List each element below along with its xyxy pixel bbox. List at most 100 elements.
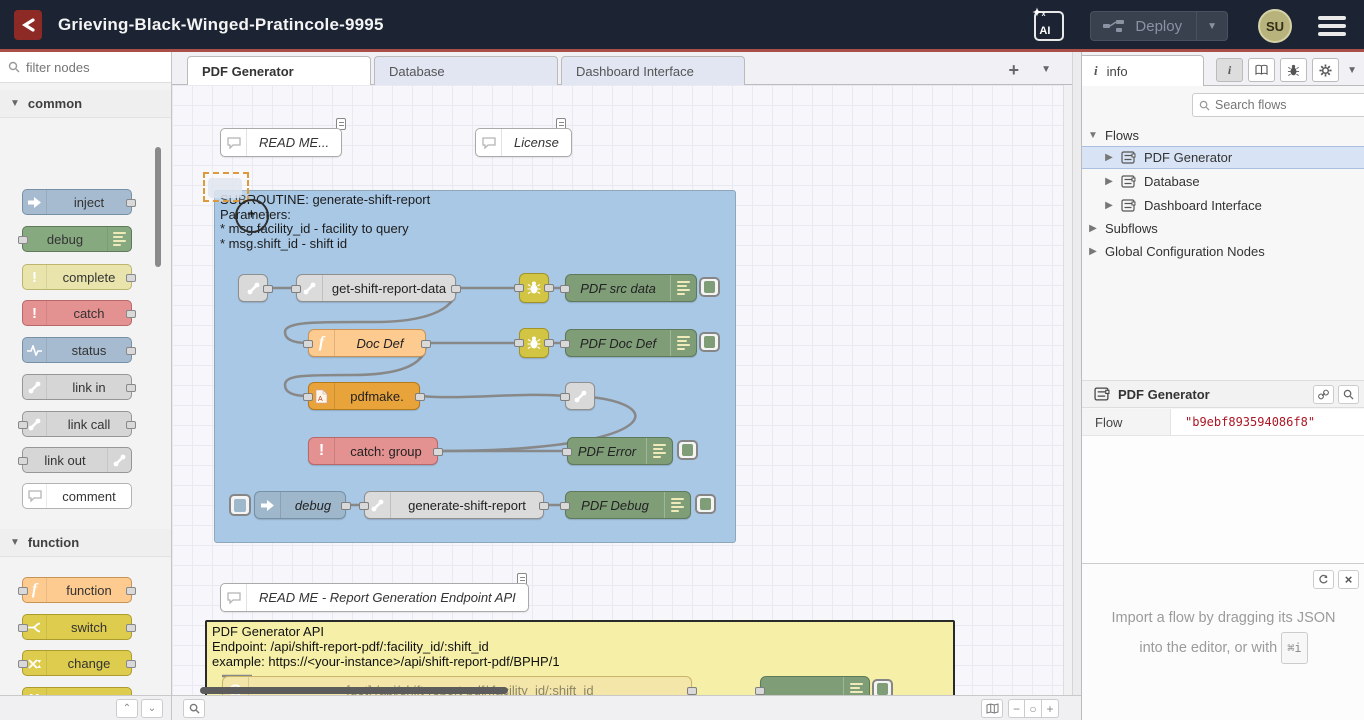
- tree-item-subflows[interactable]: ▶ Subflows: [1082, 217, 1364, 240]
- palette-category-function[interactable]: ▼ function: [0, 529, 171, 557]
- detail-panel-header: PDF Generator: [1082, 380, 1364, 408]
- palette-node-change[interactable]: change: [22, 650, 132, 676]
- zoom-in-button[interactable]: +: [1042, 699, 1059, 718]
- horizontal-scrollbar[interactable]: [200, 687, 508, 694]
- sidebar-help-toolbtn[interactable]: [1248, 58, 1275, 82]
- deploy-flow-icon: [1103, 20, 1125, 32]
- flow-canvas[interactable]: SUBROUTINE: generate-shift-report Parame…: [172, 85, 1063, 695]
- link-icon: [107, 448, 131, 472]
- palette-node-link-in[interactable]: link in: [22, 374, 132, 400]
- shortcut-keycap: ⌘i: [1281, 632, 1307, 664]
- palette-collapse-down-button[interactable]: ⌄: [141, 699, 163, 718]
- palette-node-complete[interactable]: ! complete: [22, 264, 132, 290]
- sidebar-tab-info[interactable]: i info: [1082, 55, 1204, 86]
- palette-filter[interactable]: [0, 52, 171, 83]
- range-icon: [23, 688, 47, 695]
- search-icon: [189, 703, 200, 714]
- comment-bubble-icon: [221, 129, 247, 156]
- workspace-title: Grieving-Black-Winged-Pratincole-9995: [58, 15, 384, 35]
- tree-item-dashboard-interface[interactable]: ▶ Dashboard Interface: [1082, 194, 1364, 217]
- node-pdf-debug[interactable]: PDF Debug: [565, 491, 691, 519]
- refresh-icon: [1318, 574, 1329, 585]
- add-flow-button[interactable]: +: [1008, 60, 1019, 81]
- bug-icon: [527, 336, 541, 350]
- palette-node-status[interactable]: status: [22, 337, 132, 363]
- palette-collapse-up-button[interactable]: ⌃: [116, 699, 138, 718]
- panel-splitter[interactable]: [1072, 52, 1081, 720]
- node-pdf-src-data[interactable]: PDF src data: [565, 274, 697, 302]
- node-doc-def[interactable]: f Doc Def: [308, 329, 426, 357]
- deploy-options-caret[interactable]: ▼: [1196, 11, 1227, 41]
- palette-scrollbar[interactable]: [155, 147, 161, 267]
- refresh-button[interactable]: [1313, 570, 1334, 589]
- property-label: Flow: [1082, 409, 1171, 435]
- palette-category-common[interactable]: ▼ common: [0, 90, 171, 118]
- inject-arrow-icon: [255, 492, 281, 518]
- debug-list-icon: [646, 438, 672, 464]
- palette-node-comment[interactable]: comment: [22, 483, 132, 509]
- debug-list-icon: [664, 492, 690, 518]
- sidebar-debug-toolbtn[interactable]: [1280, 58, 1307, 82]
- palette-node-link-call[interactable]: link call: [22, 411, 132, 437]
- ai-assistant-button[interactable]: ✦x AI: [1034, 11, 1064, 41]
- palette-node-range[interactable]: range: [22, 687, 132, 695]
- search-button[interactable]: [1338, 385, 1359, 404]
- node-pdf-doc-def[interactable]: PDF Doc Def: [565, 329, 697, 357]
- chevron-down-icon: ▼: [1087, 130, 1099, 141]
- tree-item-flows[interactable]: ▼ Flows: [1082, 124, 1364, 147]
- palette-node-debug[interactable]: debug: [22, 226, 132, 252]
- node-palette: ▼ common inject debug ! complete ! catch…: [0, 52, 172, 695]
- palette-filter-input[interactable]: [26, 60, 146, 75]
- tab-pdf-generator[interactable]: PDF Generator: [187, 56, 371, 85]
- close-icon[interactable]: ×: [1338, 570, 1359, 589]
- flows-search-input[interactable]: [1215, 98, 1364, 112]
- node-debug-inject[interactable]: debug: [254, 491, 346, 519]
- node-generate-shift-report[interactable]: generate-shift-report: [364, 491, 544, 519]
- flows-search[interactable]: ▼: [1192, 93, 1364, 117]
- exclamation-icon: !: [309, 438, 335, 464]
- comment-node-endpoint-readme[interactable]: READ ME - Report Generation Endpoint API: [220, 583, 529, 612]
- palette-node-inject[interactable]: inject: [22, 189, 132, 215]
- navigator-map-button[interactable]: [981, 699, 1003, 718]
- tree-item-global-config[interactable]: ▶ Global Configuration Nodes: [1082, 240, 1364, 263]
- sidebar-tabs-caret[interactable]: ▼: [1347, 65, 1357, 76]
- node-catch-group[interactable]: ! catch: group: [308, 437, 438, 465]
- main-menu-button[interactable]: [1318, 12, 1346, 40]
- gear-icon: [1319, 64, 1332, 77]
- palette-node-function[interactable]: f function: [22, 577, 132, 603]
- palette-node-catch[interactable]: ! catch: [22, 300, 132, 326]
- canvas-search-button[interactable]: [183, 699, 205, 718]
- link-chain-icon: [1318, 389, 1329, 400]
- link-icon: [247, 282, 260, 295]
- node-get-shift-report-data[interactable]: get-shift-report-data: [296, 274, 456, 302]
- node-debug-partial[interactable]: [760, 676, 870, 695]
- node-debug-bug-1[interactable]: [519, 273, 549, 303]
- comment-node-license[interactable]: License: [475, 128, 572, 157]
- copy-link-button[interactable]: [1313, 385, 1334, 404]
- chevron-right-icon: ▶: [1087, 223, 1099, 234]
- comment-node-readme[interactable]: READ ME...: [220, 128, 342, 157]
- deploy-button[interactable]: Deploy ▼: [1090, 11, 1228, 41]
- tab-database[interactable]: Database: [374, 56, 558, 85]
- node-debug-bug-2[interactable]: [519, 328, 549, 358]
- sidebar-info-toolbtn[interactable]: i: [1216, 58, 1243, 82]
- tab-list-caret[interactable]: ▼: [1041, 64, 1051, 75]
- tab-dashboard-interface[interactable]: Dashboard Interface: [561, 56, 745, 85]
- zoom-out-button[interactable]: −: [1008, 699, 1025, 718]
- node-pdf-error[interactable]: PDF Error: [567, 437, 673, 465]
- zoom-reset-button[interactable]: ○: [1025, 699, 1042, 718]
- palette-node-switch[interactable]: switch: [22, 614, 132, 640]
- tree-item-pdf-generator[interactable]: ▶ PDF Generator: [1082, 146, 1364, 169]
- node-link-in[interactable]: [238, 274, 268, 302]
- sidebar-config-toolbtn[interactable]: [1312, 58, 1339, 82]
- palette-node-link-out[interactable]: link out: [22, 447, 132, 473]
- node-link-out[interactable]: [565, 382, 595, 410]
- chevron-right-icon: ▶: [1103, 152, 1115, 163]
- vertical-scrollbar[interactable]: [1063, 85, 1072, 695]
- node-pdfmake[interactable]: A pdfmake.: [308, 382, 420, 410]
- info-sidebar: i info i ▼ ▼ ▼ Flows ▶ PDF Generator ▶ D…: [1081, 52, 1364, 720]
- user-avatar[interactable]: SU: [1258, 9, 1292, 43]
- info-icon: i: [1094, 63, 1098, 79]
- tree-item-database[interactable]: ▶ Database: [1082, 170, 1364, 193]
- bug-icon: [527, 281, 541, 295]
